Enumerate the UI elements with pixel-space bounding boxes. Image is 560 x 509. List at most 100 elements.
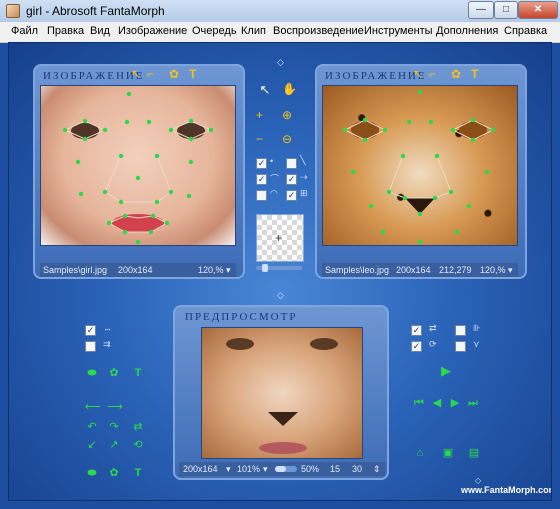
move-left-icon[interactable]: ⟵	[85, 401, 101, 413]
source-filename: Samples\girl.jpg	[43, 265, 108, 275]
top-handle-icon[interactable]: ◇	[277, 57, 284, 68]
title-bar: girl - Abrosoft FantaMorph — □ ✕	[0, 0, 560, 23]
preview-total-frames[interactable]: 30	[352, 462, 362, 476]
flip-icon[interactable]: ⇄	[131, 421, 145, 433]
rotate-left-icon[interactable]: ↶	[85, 421, 99, 433]
preview-status-bar: 200x164 ▾ 101% ▾ 50% 15 30 ⇕	[179, 462, 385, 476]
points-icon: •	[270, 156, 274, 166]
target-zoom-dropdown-icon[interactable]: ▾	[508, 263, 513, 277]
menu-file[interactable]: Файл	[11, 25, 38, 37]
left-option-checkbox-2[interactable]	[85, 341, 96, 352]
preview-left-eye-shape	[226, 338, 254, 350]
right-option-checkbox-1[interactable]: ✓	[411, 325, 422, 336]
left-option-checkbox-1[interactable]: ✓	[85, 325, 96, 336]
show-arc-checkbox[interactable]	[256, 190, 267, 201]
zoom-out-glass-icon[interactable]: ⊖	[282, 132, 292, 146]
target-pointer-tool-icon[interactable]: ↖	[413, 67, 423, 81]
next-frame-icon[interactable]: ▶	[449, 397, 461, 409]
preview-zoom-dropdown-icon[interactable]: ▾	[263, 462, 268, 476]
show-lines-checkbox[interactable]	[286, 158, 297, 169]
pointer-tool-icon[interactable]: ↖	[131, 67, 141, 81]
reset-icon[interactable]: ⟲	[131, 439, 145, 451]
camera-icon[interactable]: ⌂	[413, 447, 427, 459]
left-controls: ✓ ↔ ⇉ ⬬ ✿ T ⟵ ⟶ ↶ ↷ ⇄ ↙ ↗ ⟲ ⬬ ✿ T	[83, 323, 143, 485]
arc-icon: ◠	[270, 188, 278, 198]
target-zoom[interactable]: 120,%	[480, 263, 506, 277]
target-crop-icon[interactable]: ⌐	[429, 67, 436, 81]
text-green-2-icon[interactable]: T	[131, 467, 145, 479]
preview-image[interactable]	[201, 327, 363, 459]
preview-thumbnail[interactable]: +	[256, 214, 304, 262]
menu-view[interactable]: Вид	[90, 25, 110, 37]
text-green-icon[interactable]: T	[131, 367, 145, 379]
zoom-out-icon[interactable]: −	[256, 132, 263, 146]
move-right-icon[interactable]: ⟶	[107, 401, 123, 413]
preview-frame-slider[interactable]	[275, 466, 297, 472]
last-frame-icon[interactable]: ⏭	[467, 397, 479, 409]
preview-zoom[interactable]: 101%	[237, 462, 260, 476]
target-text-tool-icon[interactable]: T	[471, 67, 478, 81]
source-zoom-dropdown-icon[interactable]: ▾	[226, 263, 231, 277]
menu-edit[interactable]: Правка	[47, 25, 84, 37]
target-image[interactable]	[322, 85, 518, 246]
preview-size-dropdown-icon[interactable]: ▾	[226, 462, 231, 476]
minimize-button[interactable]: —	[468, 1, 494, 19]
first-frame-icon[interactable]: ⏮	[413, 397, 425, 409]
target-cursor-readout: 212,279	[439, 265, 472, 275]
film-icon[interactable]: ▣	[441, 447, 455, 459]
menu-addons[interactable]: Дополнения	[436, 25, 498, 37]
preview-size: 200x164	[183, 464, 218, 474]
target-status-bar: Samples\leo.jpg 200x164 212,279 120,% ▾	[322, 263, 518, 277]
middle-handle-icon[interactable]: ◇	[277, 290, 284, 301]
right-option-checkbox-2[interactable]	[455, 325, 466, 336]
settings-green-2-icon[interactable]: ✿	[107, 467, 121, 479]
right-option-checkbox-4[interactable]	[455, 341, 466, 352]
crosshair-icon: +	[275, 231, 283, 245]
thumbnail-slider-handle[interactable]	[262, 264, 268, 272]
preview-frames-spinner-icon[interactable]: ⇕	[373, 462, 381, 476]
preview-morph	[226, 338, 338, 454]
play-icon[interactable]: ▶	[439, 364, 453, 377]
menu-queue[interactable]: Очередь	[192, 25, 237, 37]
scale-up-icon[interactable]: ↗	[107, 439, 121, 451]
hand-icon[interactable]: ✋	[282, 82, 297, 96]
close-button[interactable]: ✕	[518, 1, 558, 19]
zoom-in-icon[interactable]: +	[256, 108, 263, 122]
settings-icon[interactable]: ✿	[169, 67, 179, 81]
bottom-handle-icon[interactable]: ◇	[475, 476, 481, 485]
maximize-button[interactable]: □	[494, 1, 518, 19]
preview-frame-number[interactable]: 15	[330, 462, 340, 476]
target-filename: Samples\leo.jpg	[325, 265, 390, 275]
menu-tools[interactable]: Инструменты	[364, 25, 433, 37]
text-tool-icon[interactable]: T	[189, 67, 196, 81]
source-keypoints	[62, 91, 214, 245]
show-links-checkbox[interactable]: ✓	[286, 174, 297, 185]
settings-green-icon[interactable]: ✿	[107, 367, 121, 379]
source-zoom[interactable]: 120,%	[198, 263, 224, 277]
menu-help[interactable]: Справка	[504, 25, 547, 37]
pointer-icon[interactable]: ↖	[256, 82, 274, 100]
rotate-right-icon[interactable]: ↷	[107, 421, 121, 433]
menu-clip[interactable]: Клип	[241, 25, 266, 37]
document-icon[interactable]: ▤	[467, 447, 481, 459]
zoom-in-glass-icon[interactable]: ⊕	[282, 108, 292, 122]
ellipse-tool-2-icon[interactable]: ⬬	[85, 467, 99, 479]
previous-frame-icon[interactable]: ◀	[431, 397, 443, 409]
ellipse-tool-icon[interactable]: ⬬	[85, 367, 99, 379]
right-option-checkbox-3[interactable]: ✓	[411, 341, 422, 352]
leo-right-eye-shape	[459, 121, 487, 139]
target-panel-title: ИЗОБРАЖЕНИЕ	[325, 70, 427, 82]
source-image[interactable]	[40, 85, 236, 246]
columns-icon: ⊪	[473, 323, 481, 333]
center-toolbar: ↖ ✋ + ⊕ − ⊖ ✓ • ╲ ✓ ⌒ ✓ ⇢ ◠ ✓ ⊞ +	[254, 78, 308, 278]
show-grid-checkbox[interactable]: ✓	[286, 190, 297, 201]
crop-icon[interactable]: ⌐	[147, 67, 154, 81]
website-link[interactable]: www.FantaMorph.com	[461, 485, 551, 495]
show-points-checkbox[interactable]: ✓	[256, 158, 267, 169]
menu-playback[interactable]: Воспроизведение	[273, 25, 364, 37]
target-settings-icon[interactable]: ✿	[451, 67, 461, 81]
menu-image[interactable]: Изображение	[118, 25, 187, 37]
show-curves-checkbox[interactable]: ✓	[256, 174, 267, 185]
thumbnail-slider[interactable]	[256, 264, 302, 272]
scale-down-icon[interactable]: ↙	[85, 439, 99, 451]
